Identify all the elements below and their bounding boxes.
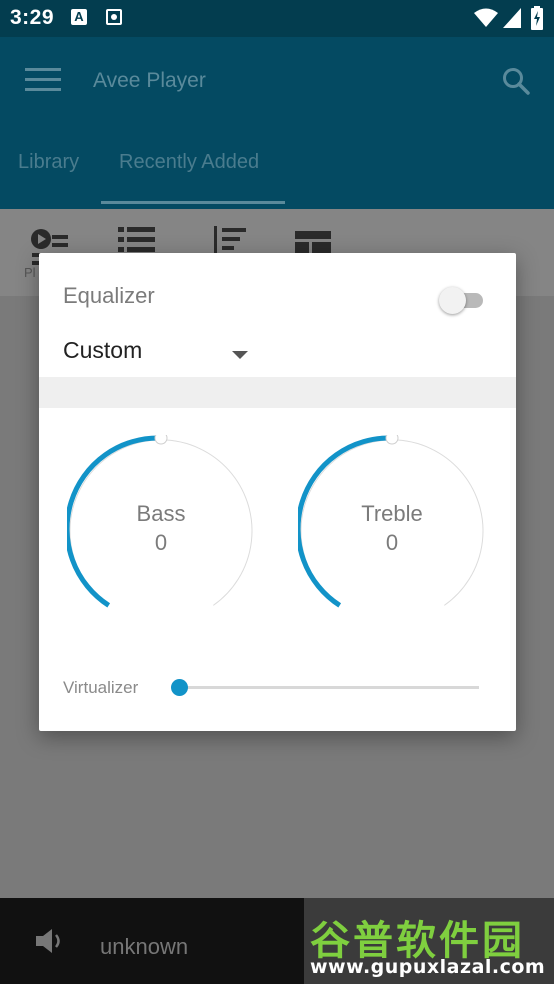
virtualizer-thumb[interactable] [171, 679, 188, 696]
bass-knob[interactable]: Bass 0 [67, 435, 255, 623]
dropdown-arrow-icon [232, 351, 248, 359]
divider-band [39, 377, 516, 408]
playlist-label: Pl [24, 265, 36, 280]
hamburger-icon[interactable] [25, 68, 61, 94]
preset-value: Custom [63, 337, 143, 363]
app-title: Avee Player [93, 69, 206, 92]
search-icon[interactable] [501, 66, 531, 96]
tab-bar: Library Recently Added [0, 123, 554, 209]
tab-indicator [101, 201, 285, 204]
watermark-logo: 谷普软件园 www.gupuxlazal.com [304, 898, 554, 984]
a-badge-icon: A [71, 9, 87, 25]
treble-knob[interactable]: Treble 0 [298, 435, 486, 623]
bass-value: 0 [154, 530, 168, 555]
tab-library[interactable]: Library [18, 151, 79, 174]
virtualizer-slider[interactable] [171, 679, 479, 696]
bass-knob-dial [67, 435, 253, 608]
virtualizer-label: Virtualizer [63, 678, 139, 697]
battery-charging-icon [531, 6, 543, 30]
dialog-title: Equalizer [63, 283, 155, 308]
toggle-thumb [439, 287, 466, 314]
wifi-icon [474, 8, 498, 27]
app-bar: Avee Player [0, 37, 554, 123]
watermark-url: www.gupuxlazal.com [310, 956, 546, 978]
track-name: unknown [100, 934, 189, 959]
status-time: 3:29 [10, 6, 55, 29]
treble-knob-dial [298, 435, 484, 608]
tab-recently-added[interactable]: Recently Added [119, 151, 259, 174]
treble-label: Treble [361, 501, 423, 526]
signal-icon [503, 8, 521, 28]
status-bar: 3:29 A [0, 0, 554, 37]
bass-label: Bass [136, 501, 186, 526]
equalizer-toggle[interactable] [439, 286, 487, 316]
speaker-icon[interactable] [34, 926, 66, 956]
treble-value: 0 [385, 530, 399, 555]
preset-dropdown[interactable]: Custom [63, 334, 253, 370]
equalizer-dialog: Equalizer Custom Bass 0 Treble 0 Virtual… [39, 253, 516, 731]
screen-record-icon [106, 9, 122, 25]
